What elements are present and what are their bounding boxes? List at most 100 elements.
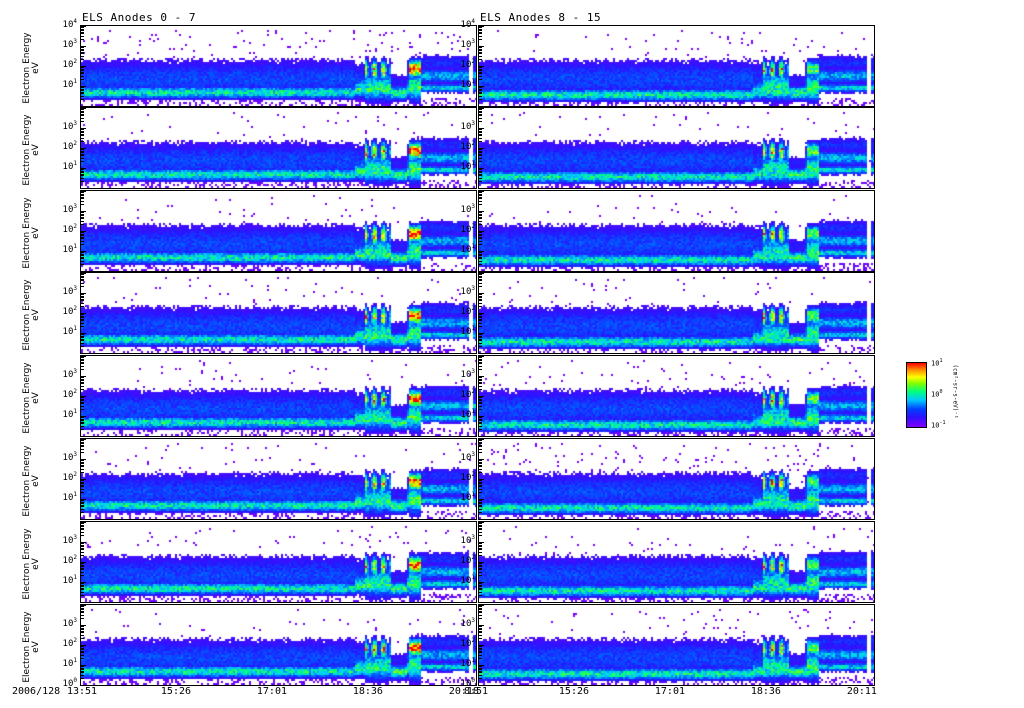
- y-tick-mark: [81, 313, 84, 315]
- y-tick-mark: [81, 113, 84, 115]
- y-tick-mark: [479, 110, 482, 112]
- y-tick-label: 102: [460, 305, 475, 317]
- y-tick-mark: [81, 244, 84, 246]
- y-tick-mark: [81, 315, 84, 317]
- y-tick-mark: [81, 425, 84, 427]
- y-tick-mark: [81, 604, 86, 606]
- y-tick-mark: [479, 545, 482, 547]
- y-tick-mark: [81, 236, 84, 238]
- y-tick-mark: [81, 295, 84, 297]
- y-tick-mark: [81, 484, 84, 486]
- y-tick-mark: [479, 153, 482, 155]
- y-tick-label: 101: [460, 491, 475, 503]
- y-tick-mark: [479, 286, 482, 288]
- y-tick-mark: [479, 27, 482, 29]
- y-tick-mark: [81, 177, 84, 179]
- y-tick-label: 102: [460, 637, 475, 649]
- y-tick-mark: [479, 544, 482, 546]
- y-tick-mark: [479, 355, 484, 357]
- y-tick-mark: [479, 214, 482, 216]
- y-tick-mark: [81, 256, 84, 258]
- y-tick-mark: [479, 618, 482, 620]
- y-tick-mark: [479, 541, 484, 543]
- y-tick-mark: [81, 466, 84, 468]
- y-tick-mark: [479, 358, 482, 360]
- y-tick-mark: [81, 67, 84, 69]
- y-tick-mark: [81, 551, 84, 553]
- y-tick-mark: [479, 318, 482, 320]
- y-axis-label: Electron Energy eV: [22, 358, 41, 438]
- y-tick-mark: [81, 198, 84, 200]
- y-tick-mark: [479, 53, 482, 55]
- y-tick-mark: [81, 486, 84, 488]
- y-tick-mark: [81, 238, 84, 240]
- y-tick-mark: [479, 561, 484, 563]
- y-tick-mark: [81, 589, 84, 591]
- colorbar-tick: 100: [931, 389, 943, 399]
- y-tick-label: 101: [62, 243, 77, 255]
- y-tick-mark: [479, 213, 482, 215]
- y-tick-mark: [479, 170, 482, 172]
- y-tick-mark: [479, 605, 482, 607]
- y-tick-mark: [479, 151, 482, 153]
- y-tick-mark: [81, 302, 84, 304]
- y-tick-mark: [81, 194, 84, 196]
- y-tick-mark: [479, 322, 482, 324]
- y-tick-mark: [479, 264, 482, 266]
- y-tick-mark: [479, 282, 482, 284]
- y-tick-mark: [81, 478, 86, 480]
- y-tick-mark: [81, 358, 84, 360]
- y-tick-mark: [81, 275, 84, 277]
- y-tick-mark: [81, 584, 84, 586]
- y-tick-mark: [81, 595, 84, 597]
- y-tick-mark: [81, 137, 84, 139]
- y-tick-mark: [479, 68, 482, 70]
- y-tick-mark: [479, 535, 482, 537]
- y-tick-mark: [81, 606, 84, 608]
- y-tick-mark: [81, 338, 84, 340]
- y-tick-mark: [479, 234, 482, 236]
- y-tick-mark: [479, 320, 482, 322]
- y-tick-mark: [479, 278, 482, 280]
- y-tick-mark: [81, 634, 84, 636]
- y-tick-mark: [479, 359, 482, 361]
- y-tick-mark: [81, 240, 84, 242]
- y-tick-mark: [81, 648, 84, 650]
- y-tick-mark: [479, 401, 482, 403]
- y-tick-mark: [479, 419, 482, 421]
- y-tick-mark: [479, 298, 482, 300]
- y-tick-label: 101: [460, 160, 475, 172]
- y-tick-mark: [479, 85, 484, 87]
- y-tick-mark: [479, 460, 482, 462]
- y-tick-mark: [81, 252, 84, 254]
- y-tick-mark: [81, 169, 84, 171]
- y-tick-mark: [479, 610, 482, 612]
- y-tick-mark: [479, 315, 482, 317]
- spectrogram-heatmap: [81, 522, 476, 602]
- y-tick-mark: [81, 231, 84, 233]
- y-tick-mark: [479, 399, 482, 401]
- y-tick-mark: [479, 480, 482, 482]
- y-tick-mark: [81, 107, 86, 109]
- y-tick-mark: [479, 71, 482, 73]
- y-tick-mark: [81, 326, 84, 328]
- y-tick-mark: [81, 670, 84, 672]
- y-tick-mark: [81, 51, 84, 53]
- y-tick-mark: [479, 525, 482, 527]
- y-tick-mark: [479, 314, 482, 316]
- y-tick-mark: [479, 459, 482, 461]
- y-tick-mark: [81, 276, 84, 278]
- y-tick-mark: [479, 88, 482, 90]
- y-tick-mark: [81, 521, 86, 523]
- y-tick-mark: [479, 479, 482, 481]
- y-tick-mark: [81, 541, 86, 543]
- y-tick-mark: [479, 585, 482, 587]
- y-tick-label: 102: [62, 471, 77, 483]
- y-tick-mark: [479, 240, 482, 242]
- y-tick-mark: [81, 618, 84, 620]
- y-tick-mark: [479, 253, 482, 255]
- y-tick-mark: [479, 582, 482, 584]
- y-tick-mark: [81, 674, 84, 676]
- y-tick-mark: [81, 127, 86, 129]
- y-tick-mark: [81, 378, 84, 380]
